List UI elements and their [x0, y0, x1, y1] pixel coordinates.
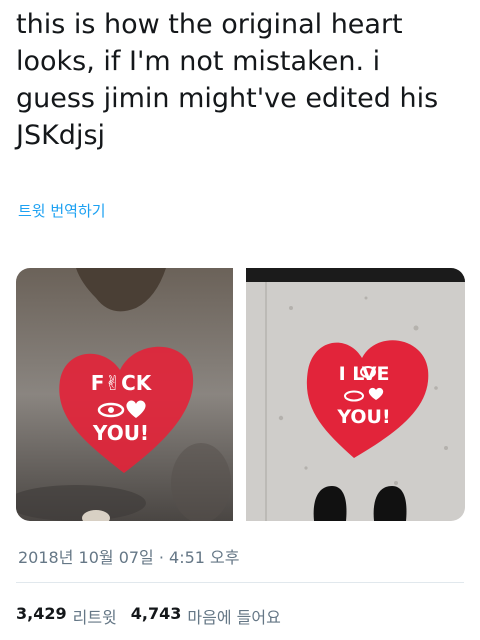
likes-label: 마음에 들어요 — [187, 608, 281, 627]
photo-left-image: F✌CK YOU! — [16, 268, 233, 521]
divider — [16, 582, 464, 583]
photo-right-image: I LVE YOU! — [246, 268, 465, 521]
right-heart-top-text: I LVE — [339, 363, 390, 385]
photo-left[interactable]: F✌CK YOU! — [16, 268, 233, 521]
left-heart-top-text: F✌CK — [91, 371, 153, 395]
tweet-stats: 3,429 리트윗 4,743 마음에 들어요 — [16, 604, 281, 628]
tweet-text: this is how the original heart looks, if… — [16, 9, 439, 151]
retweets-label: 리트윗 — [72, 608, 117, 627]
right-heart-bottom-text: YOU! — [336, 406, 390, 428]
tweet-timestamp[interactable]: 2018년 10월 07일 · 4:51 오후 — [18, 544, 239, 568]
retweets-count: 3,429 — [16, 604, 67, 623]
likes-stat[interactable]: 4,743 마음에 들어요 — [131, 604, 281, 628]
likes-count: 4,743 — [130, 604, 182, 623]
translate-tweet-link[interactable]: 트윗 번역하기 — [18, 200, 106, 221]
photo-right[interactable]: I LVE YOU! — [246, 268, 465, 521]
left-heart-bottom-text: YOU! — [92, 421, 149, 445]
tweet-media: F✌CK YOU! I LVE YOU! — [16, 268, 465, 521]
retweets-stat[interactable]: 3,429 리트윗 — [16, 604, 117, 628]
